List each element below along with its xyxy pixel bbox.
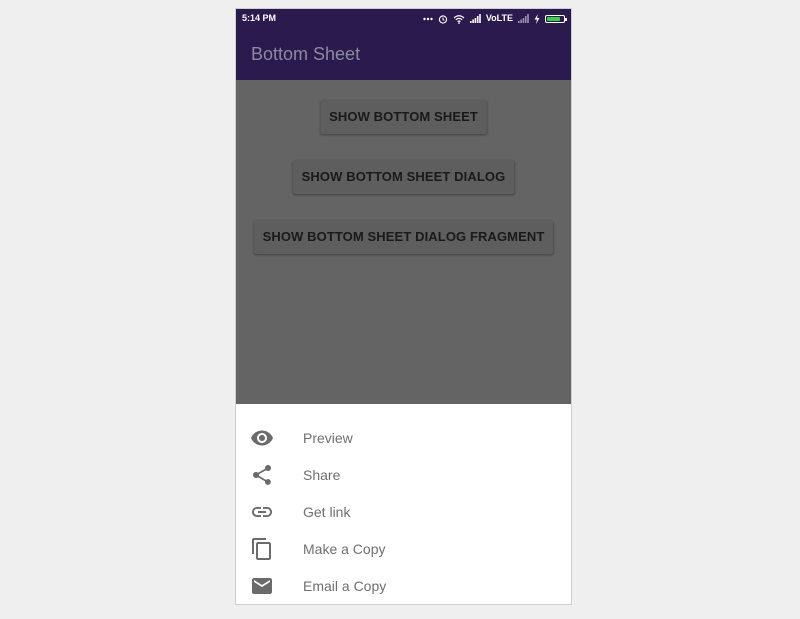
link-icon	[250, 500, 274, 524]
sheet-item-make-copy[interactable]: Make a Copy	[236, 530, 571, 567]
sheet-item-get-link[interactable]: Get link	[236, 493, 571, 530]
status-bar: 5:14 PM VoLTE	[236, 9, 571, 28]
eye-icon	[250, 426, 274, 450]
phone-screen: 5:14 PM VoLTE Bottom Sheet SHOW BOTTOM S…	[235, 8, 572, 605]
signal-weak-icon	[518, 14, 529, 23]
alarm-icon	[438, 14, 447, 24]
battery-level	[547, 16, 561, 21]
status-icons: VoLTE	[423, 9, 567, 28]
sheet-item-label: Preview	[303, 429, 353, 446]
main-content-dimmed[interactable]: SHOW BOTTOM SHEET SHOW BOTTOM SHEET DIAL…	[236, 80, 571, 404]
signal-icon	[469, 14, 481, 23]
sheet-item-preview[interactable]: Preview	[236, 419, 571, 456]
email-icon	[250, 574, 274, 598]
sheet-item-email-copy[interactable]: Email a Copy	[236, 567, 571, 604]
status-time: 5:14 PM	[242, 13, 277, 23]
sheet-item-label: Share	[303, 466, 341, 483]
sheet-item-label: Get link	[303, 503, 351, 520]
show-bottom-sheet-dialog-fragment-button[interactable]: SHOW BOTTOM SHEET DIALOG FRAGMENT	[253, 220, 554, 254]
show-bottom-sheet-dialog-button[interactable]: SHOW BOTTOM SHEET DIALOG	[292, 160, 515, 194]
sheet-item-share[interactable]: Share	[236, 456, 571, 493]
more-dots-icon	[423, 17, 433, 20]
copy-icon	[250, 537, 274, 561]
status-network: VoLTE	[485, 13, 513, 23]
bottom-sheet: Preview Share Get link Make a Copy Email…	[236, 404, 571, 604]
wifi-icon	[453, 14, 465, 24]
show-bottom-sheet-button[interactable]: SHOW BOTTOM SHEET	[320, 100, 487, 134]
battery-icon	[545, 14, 567, 23]
share-icon	[250, 463, 274, 487]
app-bar: Bottom Sheet	[236, 28, 571, 80]
sheet-item-label: Email a Copy	[303, 577, 387, 594]
charging-bolt-icon	[534, 13, 540, 24]
sheet-item-label: Make a Copy	[303, 540, 386, 557]
app-title: Bottom Sheet	[251, 44, 361, 64]
